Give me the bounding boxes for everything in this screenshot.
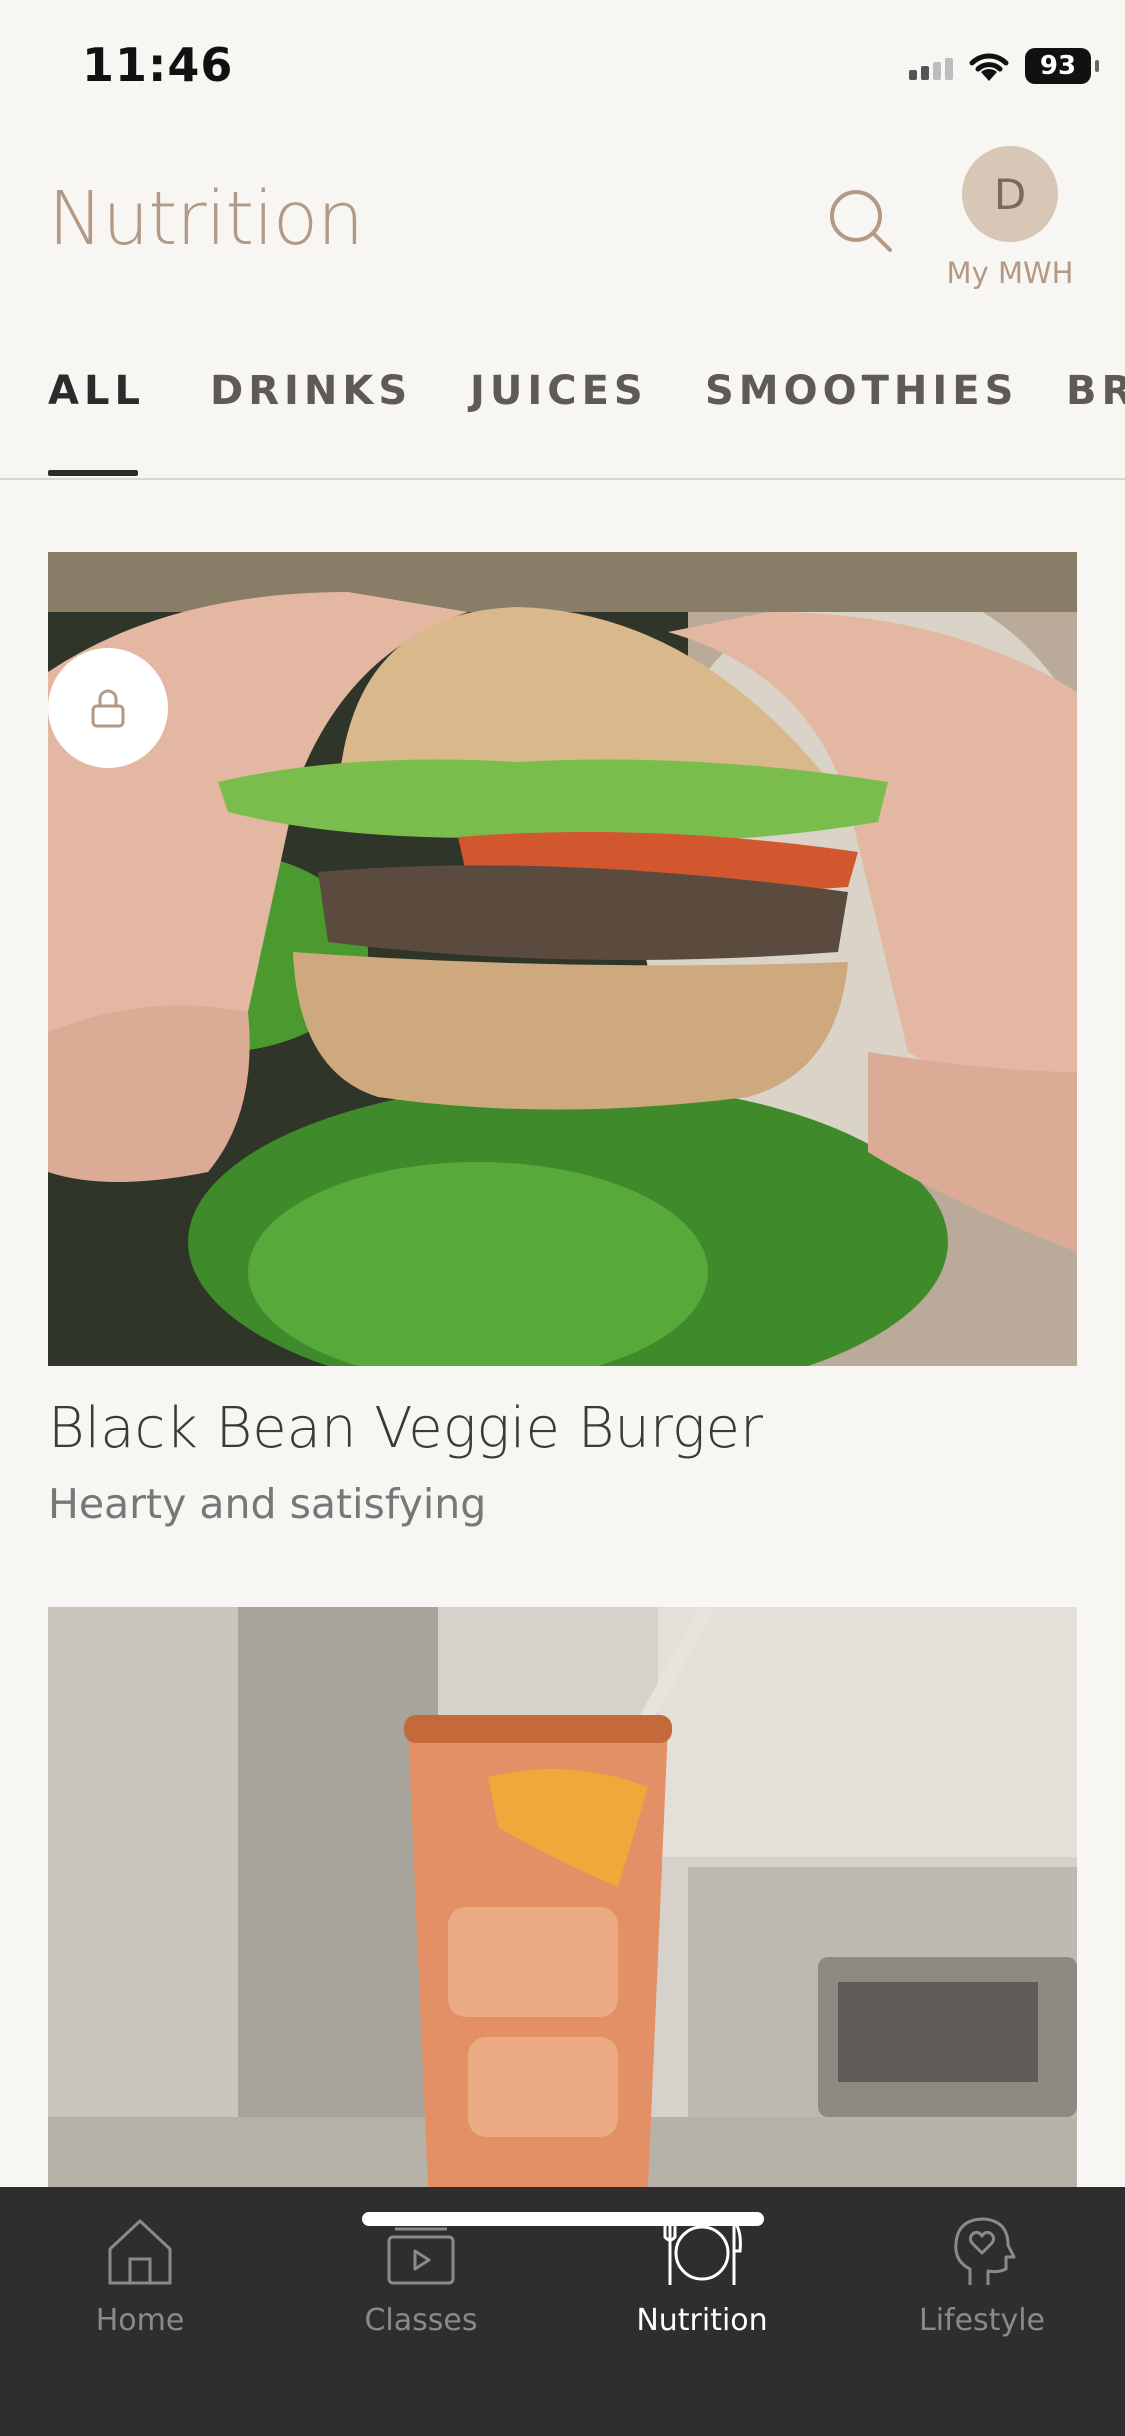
active-tab-indicator bbox=[48, 470, 138, 476]
nav-home[interactable]: Home bbox=[40, 2211, 240, 2338]
nav-lifestyle-label: Lifestyle bbox=[918, 2303, 1045, 2338]
nav-classes-label: Classes bbox=[364, 2303, 478, 2338]
nav-lifestyle[interactable]: Lifestyle bbox=[882, 2211, 1082, 2338]
nav-classes[interactable]: Classes bbox=[321, 2211, 521, 2338]
recipe-subtitle: Hearty and satisfying bbox=[48, 1480, 487, 1528]
recipe-title[interactable]: Black Bean Veggie Burger bbox=[48, 1396, 763, 1461]
recipe-image-drink[interactable] bbox=[48, 1607, 1077, 2187]
home-indicator bbox=[362, 2212, 764, 2226]
burger-photo bbox=[48, 552, 1077, 1366]
avatar[interactable]: D bbox=[962, 146, 1058, 242]
battery-icon: 93 bbox=[1025, 48, 1099, 84]
lock-icon bbox=[91, 689, 125, 728]
status-bar: 11:46 93 bbox=[0, 0, 1125, 140]
avatar-label: My MWH bbox=[946, 256, 1074, 290]
status-time: 11:46 bbox=[82, 38, 234, 92]
head-heart-icon bbox=[954, 2217, 1016, 2285]
page-title: Nutrition bbox=[48, 176, 364, 262]
nav-nutrition-label: Nutrition bbox=[636, 2303, 768, 2338]
status-icons: 93 bbox=[909, 48, 1099, 84]
cellular-signal-icon bbox=[909, 52, 953, 80]
tab-juices[interactable]: JUICES bbox=[470, 368, 648, 414]
profile-button[interactable]: D My MWH bbox=[940, 146, 1080, 290]
tab-all[interactable]: ALL bbox=[48, 368, 145, 414]
wifi-icon bbox=[969, 53, 1009, 81]
recipe-image-burger[interactable] bbox=[48, 552, 1077, 1366]
tab-smoothies[interactable]: SMOOTHIES bbox=[705, 368, 1018, 414]
nav-nutrition[interactable]: Nutrition bbox=[602, 2211, 802, 2338]
category-tabs: ALL DRINKS JUICES SMOOTHIES BR bbox=[0, 320, 1125, 480]
tab-br[interactable]: BR bbox=[1066, 368, 1125, 414]
drink-photo bbox=[48, 1607, 1077, 2187]
house-icon bbox=[108, 2219, 172, 2285]
tab-drinks[interactable]: DRINKS bbox=[210, 368, 412, 414]
lock-badge[interactable] bbox=[48, 648, 168, 768]
search-icon[interactable] bbox=[820, 180, 900, 260]
nav-home-label: Home bbox=[95, 2303, 185, 2338]
page-header: Nutrition D My MWH bbox=[0, 140, 1125, 320]
